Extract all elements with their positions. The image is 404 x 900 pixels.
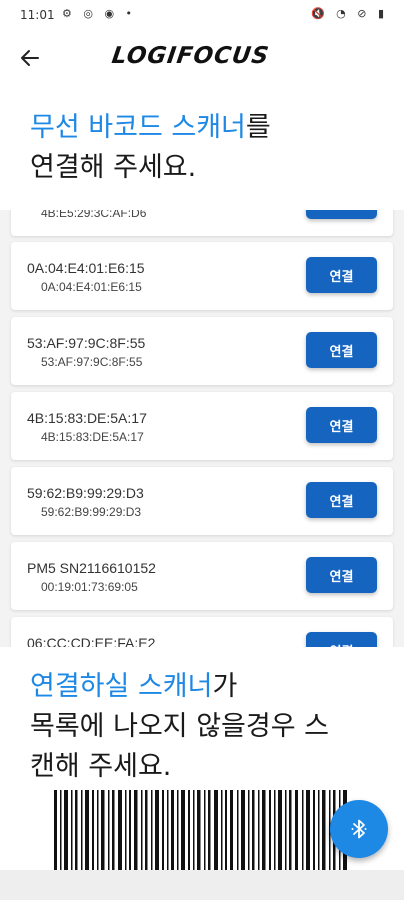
connect-button[interactable]: 연결	[306, 557, 377, 593]
device-card: 53:AF:97:9C:8F:55 53:AF:97:9C:8F:55 연결	[11, 317, 393, 385]
app-bar: LOGIFOCUS	[0, 30, 404, 86]
instruction-line2: 목록에 나오지 않을경우 스	[30, 711, 329, 742]
status-time: 11:01	[20, 8, 55, 22]
device-card: 4B:15:83:DE:5A:17 4B:15:83:DE:5A:17 연결	[11, 392, 393, 460]
device-card: 0A:04:E4:01:E6:15 0A:04:E4:01:E6:15 연결	[11, 242, 393, 310]
app-logo: LOGIFOCUS	[110, 43, 272, 69]
status-system-icons: 🔇 ◔ ⊘ ▮	[310, 7, 388, 20]
device-card: 4B:E5:29:3C:AF:D6 연결	[11, 210, 393, 236]
device-name: PM5 SN2116610152	[27, 560, 156, 576]
device-card: PM5 SN2116610152 00:19:01:73:69:05 연결	[11, 542, 393, 610]
bluetooth-icon	[351, 819, 367, 839]
title-line2: 연결해 주세요.	[30, 152, 197, 183]
title-accent: 무선 바코드 스캐너	[30, 112, 246, 143]
device-name: 59:62:B9:99:29:D3	[27, 485, 144, 501]
status-notification-icons: ⚙ ◎ ◉ •	[62, 7, 137, 20]
device-address: 4B:15:83:DE:5A:17	[41, 430, 144, 444]
device-name: 53:AF:97:9C:8F:55	[27, 335, 146, 351]
back-button[interactable]	[14, 42, 46, 74]
device-address: 53:AF:97:9C:8F:55	[41, 355, 143, 369]
scan-instructions: 연결하실 스캐너가 목록에 나오지 않을경우 스 캔해 주세요.	[0, 647, 404, 870]
bluetooth-scan-button[interactable]	[330, 800, 388, 858]
device-list[interactable]: 4B:E5:29:3C:AF:D6 연결 0A:04:E4:01:E6:15 0…	[0, 210, 404, 647]
device-address: 00:19:01:73:69:05	[41, 580, 138, 594]
instruction-line3: 캔해 주세요.	[30, 751, 172, 782]
device-name: 0A:04:E4:01:E6:15	[27, 260, 145, 276]
connect-button[interactable]: 연결	[306, 210, 377, 219]
device-card: 06:CC:CD:EE:FA:E2 연결	[11, 617, 393, 647]
connect-button[interactable]: 연결	[306, 407, 377, 443]
connect-button[interactable]: 연결	[306, 332, 377, 368]
device-name: 4B:15:83:DE:5A:17	[27, 410, 147, 426]
instruction-accent: 연결하실 스캐너	[30, 671, 213, 702]
barcode-image	[54, 790, 347, 870]
device-name: 06:CC:CD:EE:FA:E2	[27, 635, 156, 647]
connect-button[interactable]: 연결	[306, 482, 377, 518]
page-title: 무선 바코드 스캐너를 연결해 주세요.	[30, 108, 380, 188]
device-card: 59:62:B9:99:29:D3 59:62:B9:99:29:D3 연결	[11, 467, 393, 535]
device-address: 4B:E5:29:3C:AF:D6	[41, 210, 147, 220]
system-nav-bar	[0, 870, 404, 900]
title-rest: 를	[245, 112, 271, 143]
instruction-rest: 가	[212, 671, 238, 702]
status-bar: 11:01 ⚙ ◎ ◉ • 🔇 ◔ ⊘ ▮	[0, 0, 404, 30]
arrow-left-icon	[21, 50, 39, 66]
connect-button[interactable]: 연결	[306, 257, 377, 293]
connect-button[interactable]: 연결	[306, 632, 377, 647]
scan-instruction-text: 연결하실 스캐너가 목록에 나오지 않을경우 스 캔해 주세요.	[30, 667, 390, 787]
device-address: 59:62:B9:99:29:D3	[41, 505, 142, 519]
device-address: 0A:04:E4:01:E6:15	[41, 280, 142, 294]
